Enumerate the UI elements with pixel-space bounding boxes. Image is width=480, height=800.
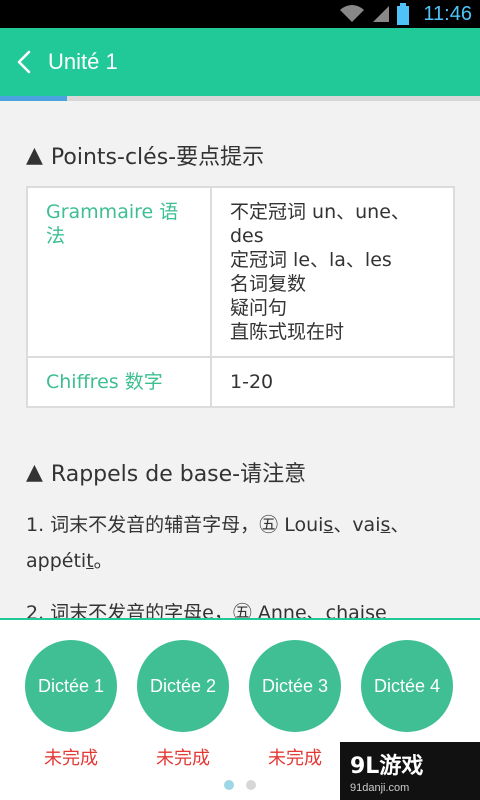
table-key: Grammaire 语法 [26,186,212,358]
points-table: Grammaire 语法 不定冠词 un、une、des 定冠词 le、la、l… [26,186,455,408]
table-value: 1-20 [210,356,455,408]
signal-icon [373,6,390,22]
rappel-underlined: t [86,550,94,572]
table-row: Grammaire 语法 不定冠词 un、une、des 定冠词 le、la、l… [26,186,455,358]
section-title-text: Rappels de base-请注意 [50,462,307,487]
rappel-paragraph-1: 1. 词末不发音的辅音字母，㊄ Louis、vais、appétit。 [26,507,456,579]
table-row: Chiffres 数字 1-20 [26,356,455,408]
value-line: 不定冠词 un、une、des [230,201,410,247]
page-title: Unité 1 [48,49,118,74]
watermark-logo: 9L游戏 91danji.com [340,742,480,800]
rappel-paragraph-2: 2. 词末不发音的字母e，㊄ Anne、chaise [26,602,387,618]
status-bar: 11:46 [0,0,480,28]
chevron-left-icon [17,50,31,74]
page-indicator [224,780,256,790]
value-line: 名词复数 [230,273,307,295]
dictee-4-button[interactable]: Dictée 4 [361,640,453,732]
page-dot[interactable] [246,780,256,790]
rappel-underlined: s [323,514,334,536]
rappel-underlined: s [380,514,391,536]
rappel-text: 。 [93,550,113,572]
watermark-logo-text: 9L游戏 [350,754,424,779]
table-value: 不定冠词 un、une、des 定冠词 le、la、les 名词复数 疑问句 直… [210,186,455,358]
table-key: Chiffres 数字 [26,356,212,408]
triangle-marker-icon: ▲ [26,459,43,485]
value-line: 疑问句 [230,297,288,319]
back-button[interactable] [0,28,48,96]
dictee-2-button[interactable]: Dictée 2 [137,640,229,732]
dictee-1-status: 未完成 [44,748,98,769]
wifi-icon [340,5,365,22]
rappel-text: 、vai [333,514,381,536]
section-title-rappels: ▲ Rappels de base-请注意 [26,456,306,488]
value-line: 1-20 [230,371,274,393]
app-bar: Unité 1 [0,28,480,96]
dictee-2-status: 未完成 [156,748,210,769]
section-title-text: Points-clés-要点提示 [50,145,265,170]
section-title-points: ▲ Points-clés-要点提示 [26,139,264,171]
rappel-text: 1. 词末不发音的辅音字母，㊄ Loui [26,514,324,536]
watermark-site: 91danji.com [350,782,410,794]
clock: 11:46 [423,2,472,25]
dictee-1-button[interactable]: Dictée 1 [25,640,117,732]
value-line: 直陈式现在时 [230,321,345,343]
battery-icon [397,3,410,25]
value-line: 定冠词 le、la、les [230,249,392,271]
dictee-3-button[interactable]: Dictée 3 [249,640,341,732]
dictee-3-status: 未完成 [268,748,322,769]
lesson-content[interactable]: ▲ Points-clés-要点提示 Grammaire 语法 不定冠词 un、… [0,101,480,618]
page-dot-active[interactable] [224,780,234,790]
triangle-marker-icon: ▲ [26,142,43,168]
